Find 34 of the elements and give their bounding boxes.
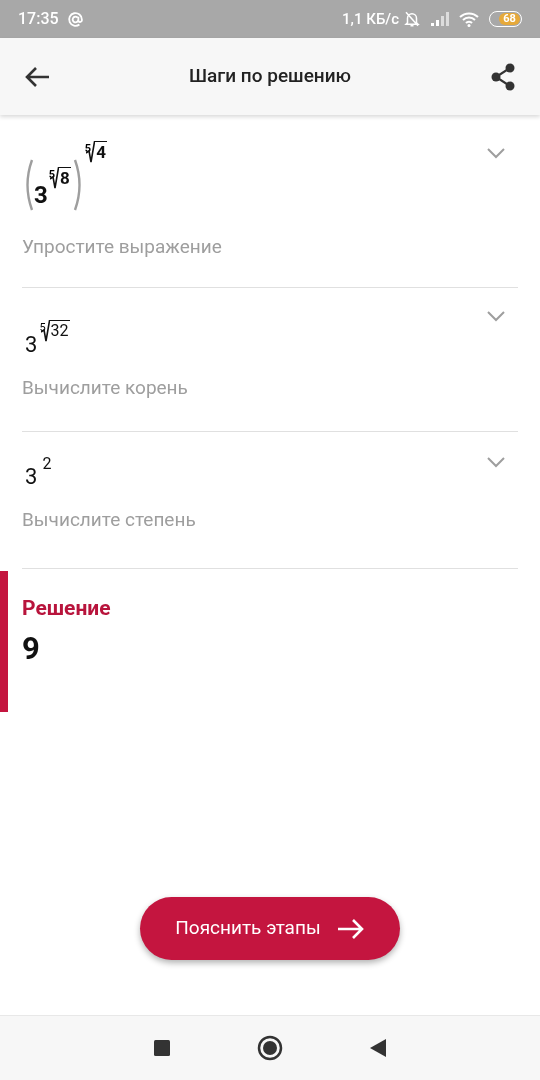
base-number: 3 bbox=[25, 466, 38, 488]
recents-icon[interactable] bbox=[153, 1039, 171, 1057]
explain-steps-button[interactable]: Пояснить этапы bbox=[140, 897, 400, 960]
home-icon[interactable] bbox=[257, 1035, 283, 1061]
root-index: 5 bbox=[84, 143, 92, 154]
radicand: 8 bbox=[59, 167, 71, 187]
solution-label: Решение bbox=[22, 595, 111, 622]
share-icon[interactable] bbox=[490, 62, 516, 91]
arrow-right-icon bbox=[336, 917, 365, 940]
muted-bell-icon bbox=[403, 10, 421, 28]
step-caption: Вычислите степень bbox=[22, 507, 197, 533]
chevron-down-icon[interactable] bbox=[486, 147, 506, 159]
radicand: 4 bbox=[95, 141, 107, 161]
solution-value: 9 bbox=[22, 632, 41, 664]
back-arrow-icon[interactable] bbox=[24, 65, 50, 88]
step-caption: Упростите выражение bbox=[22, 234, 223, 260]
radical-sign-icon bbox=[40, 320, 50, 342]
exponent: 2 bbox=[42, 456, 52, 472]
step-caption: Вычислите корень bbox=[22, 375, 189, 401]
at-sign-icon bbox=[66, 10, 84, 28]
back-icon[interactable] bbox=[369, 1038, 387, 1058]
base-number: 3 bbox=[25, 334, 38, 356]
radical-sign-icon bbox=[86, 141, 96, 163]
radicand: 32 bbox=[49, 320, 70, 339]
base-number: 3 bbox=[34, 183, 48, 207]
network-speed: 1,1 КБ/с bbox=[342, 8, 399, 30]
chevron-down-icon[interactable] bbox=[486, 456, 506, 468]
signal-icon bbox=[431, 12, 449, 26]
page-title: Шаги по решению bbox=[189, 63, 351, 90]
radical-sign-icon bbox=[50, 167, 60, 189]
wifi-icon bbox=[459, 11, 479, 27]
root-index: 5 bbox=[48, 169, 56, 180]
chevron-down-icon[interactable] bbox=[486, 310, 506, 322]
clock: 17:35 bbox=[18, 8, 59, 30]
